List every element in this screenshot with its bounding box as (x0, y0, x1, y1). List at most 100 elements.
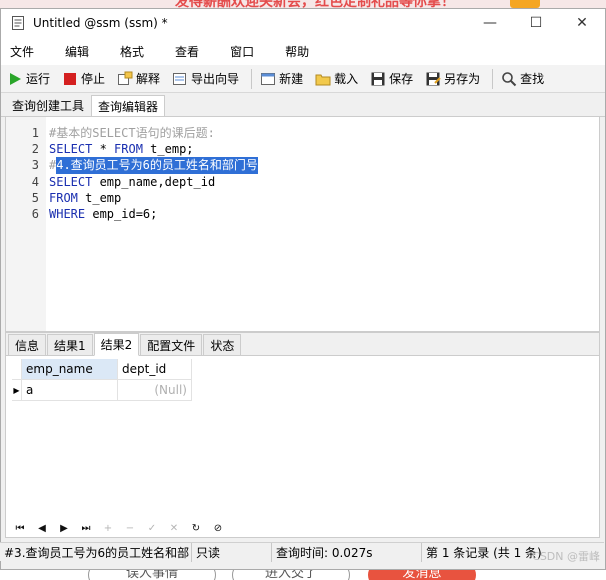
find-label: 查找 (520, 72, 545, 86)
result-tabs: 信息 结果1 结果2 配置文件 状态 (6, 333, 599, 356)
cell-dept-id[interactable]: (Null) (118, 380, 192, 401)
tab-profile[interactable]: 配置文件 (140, 334, 203, 355)
toolbar-separator (492, 68, 494, 89)
tab-query-editor[interactable]: 查询编辑器 (91, 95, 166, 117)
sql-editor[interactable]: 1 #基本的SELECT语句的课后题: 2 SELECT * FROM t_emp; 3… (5, 116, 600, 332)
column-header-emp-name[interactable]: emp_name (22, 359, 118, 380)
new-label: 新建 (279, 72, 304, 86)
close-button[interactable]: ✕ (559, 9, 605, 37)
tab-result-2[interactable]: 结果2 (93, 333, 140, 356)
window-title: Untitled @ssm (ssm) * (33, 16, 168, 30)
background-bottom: 误人事情 进入交了 发消息 (0, 570, 606, 580)
minimize-button[interactable]: — (467, 9, 513, 37)
run-label: 运行 (26, 72, 51, 86)
sql-text: * (92, 142, 115, 157)
toolbar: 运行 停止 解释 导出向导 新建 载入 保存 另存为 查找 (1, 65, 605, 93)
delete-record-icon[interactable]: − (122, 521, 138, 535)
cell-emp-name[interactable]: a (22, 380, 118, 401)
tab-info[interactable]: 信息 (8, 334, 47, 355)
menu-help[interactable]: 帮助 (285, 43, 309, 60)
result-panel: 信息 结果1 结果2 配置文件 状态 emp_name dept_id ▶ a … (5, 332, 600, 538)
folder-icon (315, 74, 331, 85)
explain-label: 解释 (136, 72, 161, 86)
sql-text: t_emp (77, 190, 122, 205)
menu-view[interactable]: 查看 (175, 43, 199, 60)
tab-result-1[interactable]: 结果1 (47, 334, 93, 355)
code-line[interactable]: 2 SELECT * FROM t_emp; (6, 141, 599, 157)
background-pill-1: 误人事情 (88, 570, 216, 580)
close-icon: ✕ (576, 15, 588, 31)
sql-keyword: SELECT (49, 174, 93, 189)
tab-query-builder[interactable]: 查询创建工具 (5, 94, 91, 116)
save-as-button[interactable]: 另存为 (423, 68, 482, 90)
code-lines: 1 #基本的SELECT语句的课后题: 2 SELECT * FROM t_emp; 3… (6, 117, 599, 222)
stop-button[interactable]: 停止 (60, 68, 107, 90)
menu-edit[interactable]: 编辑 (65, 43, 89, 60)
add-record-icon[interactable]: + (100, 521, 116, 535)
column-header-dept-id[interactable]: dept_id (118, 359, 192, 380)
table-row[interactable]: ▶ a (Null) (12, 380, 192, 401)
export-label: 导出向导 (191, 72, 240, 86)
code-line[interactable]: 6 WHERE emp_id=6; (6, 206, 599, 222)
code-line[interactable]: 4 SELECT emp_name,dept_id (6, 174, 599, 190)
last-record-icon[interactable]: ⏭ (78, 521, 94, 535)
status-bar: #3.查询员工号为6的员工姓名和部 只读 查询时间: 0.027s 第 1 条记… (0, 542, 604, 562)
line-number: 3 (31, 158, 39, 173)
save-as-label: 另存为 (444, 72, 481, 86)
minimize-icon: — (483, 15, 497, 31)
background-pill-3: 发消息 (368, 570, 476, 580)
menu-bar: 文件 编辑 格式 查看 窗口 帮助 (1, 37, 605, 65)
previous-record-icon[interactable]: ◀ (34, 521, 50, 535)
title-bar: Untitled @ssm (ssm) * — ☐ ✕ (1, 9, 605, 37)
code-line[interactable]: 5 FROM t_emp (6, 190, 599, 206)
record-navigation-bar: ⏮ ◀ ▶ ⏭ + − ✓ ✕ ↻ ⊘ (12, 521, 232, 535)
sql-keyword: FROM (49, 190, 78, 205)
result-grid: emp_name dept_id ▶ a (Null) (12, 359, 192, 401)
banner-badge (510, 0, 540, 8)
header-corner (12, 359, 22, 380)
run-button[interactable]: 运行 (5, 68, 52, 90)
background-pill-2: 进入交了 (232, 570, 350, 580)
refresh-icon[interactable]: ↻ (188, 521, 204, 535)
explain-icon (118, 71, 133, 85)
current-row-indicator-icon: ▶ (12, 380, 22, 401)
grid-header: emp_name dept_id (12, 359, 192, 380)
status-query-text: #3.查询员工号为6的员工姓名和部 (0, 542, 192, 562)
status-query-time: 查询时间: 0.027s (272, 542, 422, 562)
line-number: 2 (31, 142, 39, 157)
discard-changes-icon[interactable]: ✕ (166, 521, 182, 535)
menu-window[interactable]: 窗口 (230, 43, 254, 60)
sql-text: t_emp; (142, 142, 194, 157)
code-line[interactable]: 3 #4.查询员工号为6的员工姓名和部门号 (6, 157, 599, 174)
save-button[interactable]: 保存 (368, 68, 415, 90)
stop-loading-icon[interactable]: ⊘ (210, 521, 226, 535)
export-wizard-button[interactable]: 导出向导 (170, 68, 241, 90)
sql-keyword: FROM (114, 142, 143, 157)
sql-keyword: SELECT (49, 142, 93, 157)
code-line[interactable]: 1 #基本的SELECT语句的课后题: (6, 125, 599, 141)
line-number: 5 (31, 190, 39, 205)
play-icon (10, 72, 21, 85)
new-button[interactable]: 新建 (258, 68, 305, 90)
tab-status[interactable]: 状态 (203, 334, 242, 355)
menu-file[interactable]: 文件 (10, 43, 34, 60)
stop-icon (64, 72, 77, 85)
maximize-button[interactable]: ☐ (513, 9, 559, 37)
banner-text: 发得薪酬欢迎关新会，红色定制礼品等你拿！ (175, 0, 455, 8)
next-record-icon[interactable]: ▶ (56, 521, 72, 535)
background-banner: 发得薪酬欢迎关新会，红色定制礼品等你拿！ (0, 0, 606, 8)
document-icon (12, 16, 24, 30)
apply-changes-icon[interactable]: ✓ (144, 521, 160, 535)
first-record-icon[interactable]: ⏮ (12, 521, 28, 535)
editor-tabs: 查询创建工具 查询编辑器 (1, 93, 605, 117)
find-button[interactable]: 查找 (499, 68, 546, 90)
explain-button[interactable]: 解释 (115, 68, 162, 90)
stop-label: 停止 (81, 72, 106, 86)
sql-text: emp_name,dept_id (92, 174, 216, 189)
sql-comment: #基本的SELECT语句的课后题: (49, 126, 215, 140)
watermark: CSDN @雷峰 (532, 550, 600, 563)
menu-format[interactable]: 格式 (120, 43, 144, 60)
new-query-icon (261, 72, 276, 85)
line-number: 4 (31, 174, 39, 189)
load-button[interactable]: 载入 (313, 68, 360, 90)
